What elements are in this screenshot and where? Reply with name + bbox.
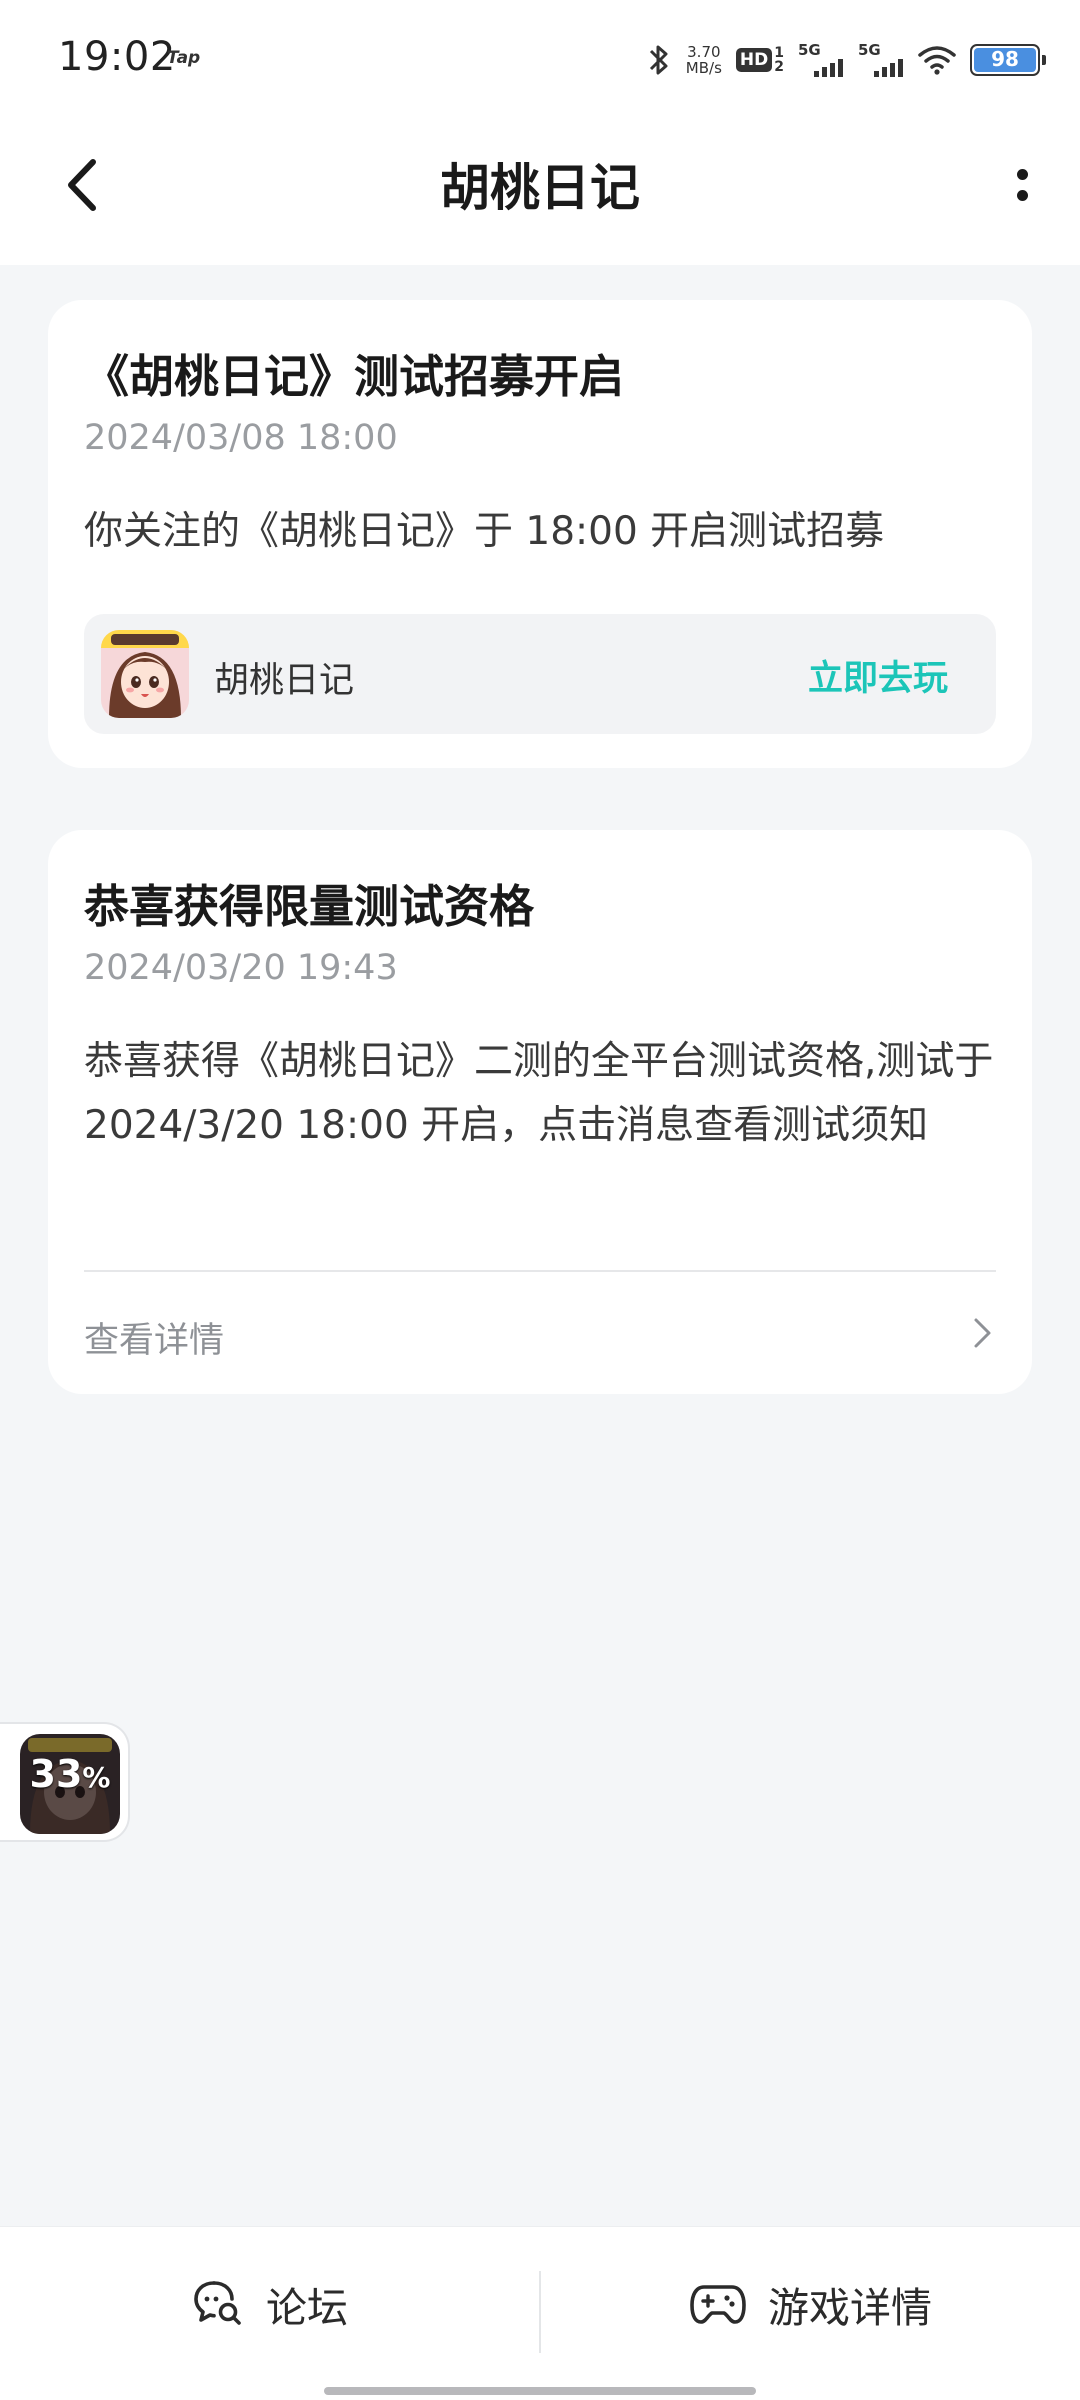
game-details-label: 游戏详情 bbox=[768, 2284, 932, 2332]
network-speed: 3.70 MB/s bbox=[686, 44, 722, 76]
bottom-action-bar: 论坛 游戏详情 bbox=[0, 2226, 1080, 2400]
home-indicator[interactable] bbox=[324, 2387, 756, 2395]
network-speed-value: 3.70 bbox=[687, 43, 721, 61]
card-date: 2024/03/08 18:00 bbox=[84, 418, 398, 458]
card-body: 你关注的《胡桃日记》于 18:00 开启测试招募 bbox=[84, 509, 885, 554]
forum-chat-icon bbox=[194, 2281, 241, 2325]
view-details-label: 查看详情 bbox=[84, 1321, 225, 1361]
battery-level: 98 bbox=[974, 48, 1036, 72]
sim1-network-type: 5G bbox=[798, 41, 821, 59]
battery-icon: 98 bbox=[970, 44, 1046, 76]
download-progress-unit: % bbox=[82, 1761, 111, 1794]
tap-app-indicator: Tap bbox=[167, 48, 201, 68]
status-icons: 3.70 MB/s HD 1 2 5G 5G 98 bbox=[646, 38, 1046, 82]
hd-sim-bottom: 2 bbox=[774, 59, 784, 75]
network-speed-unit: MB/s bbox=[685, 59, 722, 77]
game-entry[interactable]: 胡桃日记 立即去玩 bbox=[84, 614, 996, 734]
game-icon bbox=[101, 630, 189, 718]
top-app-bar: 胡桃日记 bbox=[0, 120, 1080, 265]
page-title: 胡桃日记 bbox=[440, 159, 640, 217]
sim1-signal-icon: 5G bbox=[798, 41, 844, 77]
more-options-button[interactable] bbox=[992, 150, 1052, 220]
download-progress: 33% bbox=[20, 1752, 120, 1796]
forum-label: 论坛 bbox=[266, 2284, 348, 2332]
hd-label: HD bbox=[735, 48, 773, 72]
floating-download-widget[interactable]: 33% bbox=[0, 1722, 130, 1842]
card-title: 恭喜获得限量测试资格 bbox=[84, 880, 535, 933]
hd-sim-top: 1 bbox=[774, 45, 784, 61]
more-vertical-icon bbox=[1016, 169, 1028, 180]
message-card-qualification[interactable]: 恭喜获得限量测试资格 2024/03/20 19:43 恭喜获得《胡桃日记》二测… bbox=[48, 830, 1032, 1394]
download-progress-number: 33 bbox=[29, 1752, 83, 1796]
wifi-icon bbox=[918, 45, 956, 75]
card-title: 《胡桃日记》测试招募开启 bbox=[84, 350, 625, 403]
view-details-link[interactable]: 查看详情 bbox=[84, 1272, 996, 1392]
message-card-recruitment[interactable]: 《胡桃日记》测试招募开启 2024/03/08 18:00 你关注的《胡桃日记》… bbox=[48, 300, 1032, 768]
status-time: 19:02 bbox=[58, 34, 176, 80]
forum-button[interactable]: 论坛 bbox=[192, 2269, 348, 2339]
game-details-button[interactable]: 游戏详情 bbox=[690, 2269, 932, 2339]
bottom-bar-divider bbox=[539, 2271, 541, 2353]
sim2-signal-icon: 5G bbox=[858, 41, 904, 77]
sim2-network-type: 5G bbox=[858, 41, 881, 59]
card-date: 2024/03/20 19:43 bbox=[84, 948, 398, 988]
bluetooth-icon bbox=[646, 42, 672, 78]
gamepad-icon bbox=[690, 2285, 746, 2324]
hd-voice-icon: HD 1 2 bbox=[735, 45, 784, 75]
game-name: 胡桃日记 bbox=[214, 661, 355, 701]
card-body: 恭喜获得《胡桃日记》二测的全平台测试资格,测试于 2024/3/20 18:00… bbox=[84, 1039, 994, 1148]
chevron-right-icon bbox=[974, 1318, 991, 1348]
status-bar: 19:02 Tap 3.70 MB/s HD 1 2 5G 5G 98 bbox=[0, 0, 1080, 120]
play-now-button[interactable]: 立即去玩 bbox=[808, 650, 948, 701]
